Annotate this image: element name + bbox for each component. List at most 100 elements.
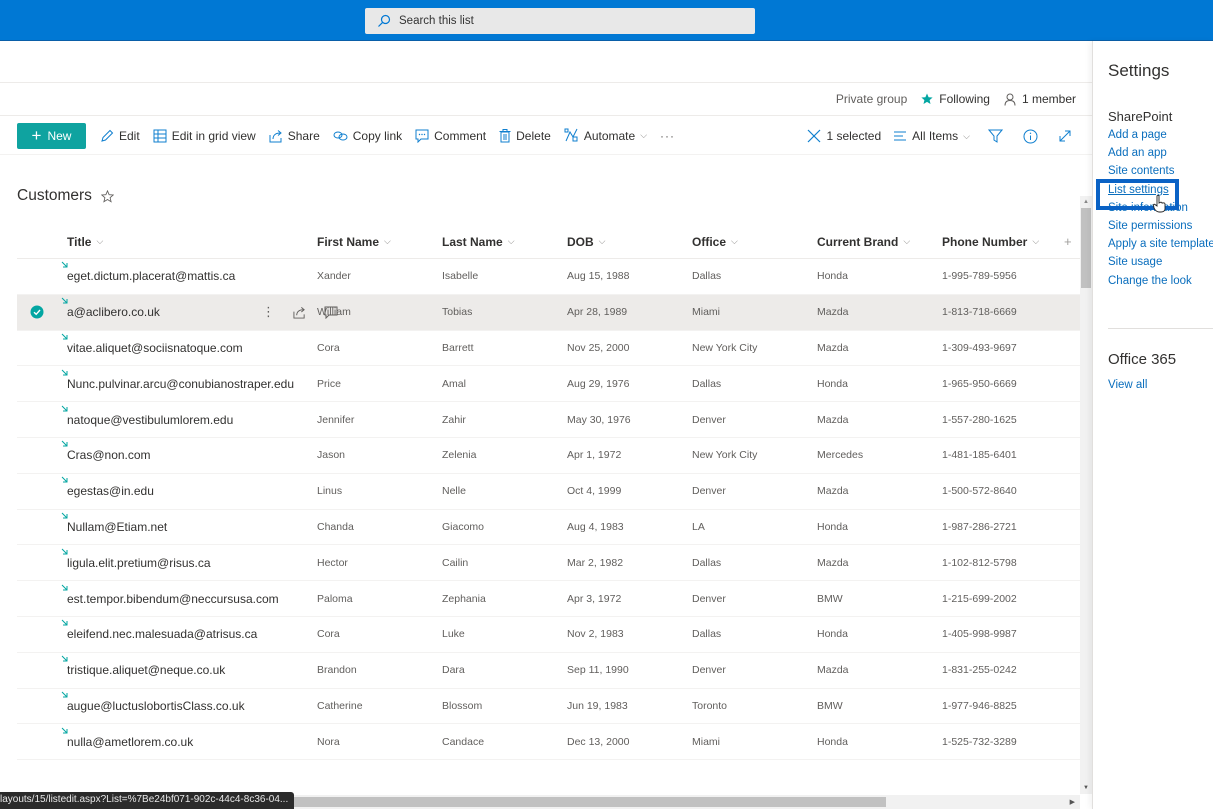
dob-cell: Apr 28, 1989 [567, 306, 628, 319]
status-bar-url: layouts/15/listedit.aspx?List=%7Be24bf07… [0, 792, 295, 809]
more-vertical-icon[interactable]: ⋮ [262, 304, 275, 320]
column-header-phone-number[interactable]: Phone Number ⌵ [942, 235, 1060, 249]
title-text[interactable]: nulla@ametlorem.co.uk [67, 735, 193, 749]
settings-panel-title: Settings [1108, 61, 1170, 80]
settings-link-site-contents[interactable]: Site contents [1108, 162, 1213, 180]
title-text[interactable]: tristique.aliquet@neque.co.uk [67, 663, 225, 677]
title-cell[interactable]: eget.dictum.placerat@mattis.ca [57, 262, 317, 283]
column-header-dob[interactable]: DOB ⌵ [567, 235, 692, 249]
settings-link-change-the-look[interactable]: Change the look [1108, 272, 1213, 290]
table-row[interactable]: eleifend.nec.malesuada@atrisus.ca Cora L… [17, 617, 1080, 653]
info-icon[interactable] [1023, 129, 1038, 144]
title-cell[interactable]: nulla@ametlorem.co.uk [57, 727, 317, 749]
table-row[interactable]: tristique.aliquet@neque.co.uk Brandon Da… [17, 653, 1080, 689]
last-name-cell: Cailin [442, 556, 469, 569]
settings-link-apply-a-site-template[interactable]: Apply a site template [1108, 235, 1213, 253]
automate-label: Automate [583, 128, 636, 143]
office-cell: Dallas [692, 556, 722, 569]
table-row[interactable]: egestas@in.edu Linus Nelle Oct 4, 1999 D… [17, 474, 1080, 510]
title-text[interactable]: egestas@in.edu [67, 484, 154, 498]
table-row[interactable]: eget.dictum.placerat@mattis.ca Xander Is… [17, 259, 1080, 295]
comment-button[interactable]: Comment [415, 129, 486, 143]
view-selector[interactable]: All Items ⌵ [893, 129, 970, 143]
table-row[interactable]: natoque@vestibulumlorem.edu Jennifer Zah… [17, 402, 1080, 438]
title-text[interactable]: Cras@non.com [67, 448, 151, 462]
title-cell[interactable]: Nullam@Etiam.net [57, 512, 317, 534]
new-item-icon [61, 441, 68, 447]
title-cell[interactable]: tristique.aliquet@neque.co.uk [57, 655, 317, 677]
title-text[interactable]: vitae.aliquet@sociisnatoque.com [67, 341, 243, 355]
title-text[interactable]: natoque@vestibulumlorem.edu [67, 413, 233, 427]
add-column-button[interactable]: + [1064, 234, 1072, 249]
more-button[interactable]: ··· [660, 129, 675, 143]
settings-link-view-all[interactable]: View all [1108, 376, 1176, 394]
title-cell[interactable]: augue@luctuslobortisClass.co.uk [57, 691, 317, 713]
title-text[interactable]: Nullam@Etiam.net [67, 520, 167, 534]
add-comment-icon[interactable] [324, 306, 338, 319]
following-button[interactable]: Following [921, 92, 990, 106]
delete-button[interactable]: Delete [499, 128, 551, 143]
row-select-cell[interactable] [17, 305, 57, 319]
settings-link-site-permissions[interactable]: Site permissions [1108, 217, 1213, 235]
column-header-first-name[interactable]: First Name ⌵ [317, 235, 442, 249]
settings-link-add-a-page[interactable]: Add a page [1108, 126, 1213, 144]
settings-link-site-usage[interactable]: Site usage [1108, 253, 1213, 271]
expand-icon[interactable] [1058, 129, 1072, 143]
title-text[interactable]: augue@luctuslobortisClass.co.uk [67, 699, 245, 713]
edit-grid-view-button[interactable]: Edit in grid view [153, 129, 256, 143]
column-header-office[interactable]: Office ⌵ [692, 235, 817, 249]
new-item-icon [61, 369, 68, 376]
filter-icon[interactable] [988, 129, 1003, 143]
title-cell[interactable]: Cras@non.com [57, 441, 317, 462]
brand-cell: Mazda [817, 341, 849, 354]
table-row[interactable]: Cras@non.com Jason Zelenia Apr 1, 1972 N… [17, 438, 1080, 474]
dob-cell: Aug 4, 1983 [567, 520, 624, 533]
title-text[interactable]: est.tempor.bibendum@neccursusa.com [67, 592, 279, 606]
title-cell[interactable]: eleifend.nec.malesuada@atrisus.ca [57, 620, 317, 641]
table-row[interactable]: Nullam@Etiam.net Chanda Giacomo Aug 4, 1… [17, 510, 1080, 546]
search-box[interactable]: Search this list [365, 8, 755, 34]
table-row[interactable]: ligula.elit.pretium@risus.ca Hector Cail… [17, 545, 1080, 582]
settings-link-add-an-app[interactable]: Add an app [1108, 144, 1213, 162]
search-placeholder[interactable]: Search this list [399, 15, 474, 27]
share-icon[interactable] [293, 306, 306, 319]
members-button[interactable]: 1 member [1004, 92, 1076, 106]
column-header-title[interactable]: Title ⌵ [67, 235, 103, 249]
scroll-up-arrow-icon[interactable]: ▲ [1083, 199, 1089, 205]
table-row[interactable]: nulla@ametlorem.co.uk Nora Candace Dec 1… [17, 724, 1080, 761]
checkmark-circle-icon[interactable] [30, 305, 44, 319]
table-row[interactable]: a@aclibero.co.uk ⋮ William Tobias Apr 28… [17, 294, 1080, 331]
column-header-current-brand[interactable]: Current Brand ⌵ [817, 235, 942, 249]
scroll-down-arrow-icon[interactable]: ▼ [1083, 785, 1089, 791]
table-row[interactable]: est.tempor.bibendum@neccursusa.com Palom… [17, 581, 1080, 617]
title-cell[interactable]: natoque@vestibulumlorem.edu [57, 405, 317, 427]
title-text[interactable]: a@aclibero.co.uk [67, 305, 160, 319]
star-outline-icon[interactable] [100, 189, 114, 203]
title-cell[interactable]: a@aclibero.co.uk ⋮ [57, 297, 338, 320]
title-cell[interactable]: Nunc.pulvinar.arcu@conubianostraper.edu [57, 369, 317, 391]
new-button[interactable]: + New [17, 122, 86, 149]
last-name-cell: Zelenia [442, 449, 477, 462]
share-button[interactable]: Share [269, 129, 320, 143]
office-cell: Miami [692, 735, 720, 748]
table-row[interactable]: vitae.aliquet@sociisnatoque.com Cora Bar… [17, 331, 1080, 367]
clear-selection-button[interactable]: 1 selected [807, 129, 881, 143]
chevron-down-icon: ⌵ [963, 130, 970, 141]
title-text[interactable]: eleifend.nec.malesuada@atrisus.ca [67, 627, 257, 641]
title-cell[interactable]: ligula.elit.pretium@risus.ca [57, 548, 317, 570]
title-cell[interactable]: vitae.aliquet@sociisnatoque.com [57, 333, 317, 355]
title-cell[interactable]: egestas@in.edu [57, 476, 317, 498]
title-text[interactable]: eget.dictum.placerat@mattis.ca [67, 269, 235, 283]
table-row[interactable]: Nunc.pulvinar.arcu@conubianostraper.edu … [17, 366, 1080, 403]
scroll-right-arrow-icon[interactable]: ▶ [1070, 798, 1075, 806]
vertical-scrollbar[interactable]: ▲ ▼ [1080, 196, 1092, 794]
title-text[interactable]: ligula.elit.pretium@risus.ca [67, 556, 211, 570]
edit-button[interactable]: Edit [100, 129, 140, 143]
title-cell[interactable]: est.tempor.bibendum@neccursusa.com [57, 584, 317, 606]
title-text[interactable]: Nunc.pulvinar.arcu@conubianostraper.edu [67, 377, 294, 391]
vertical-scrollbar-thumb[interactable] [1081, 208, 1091, 288]
automate-button[interactable]: Automate ⌵ [564, 128, 647, 143]
column-header-last-name[interactable]: Last Name ⌵ [442, 235, 567, 249]
copy-link-button[interactable]: Copy link [333, 129, 402, 143]
table-row[interactable]: augue@luctuslobortisClass.co.uk Catherin… [17, 689, 1080, 725]
